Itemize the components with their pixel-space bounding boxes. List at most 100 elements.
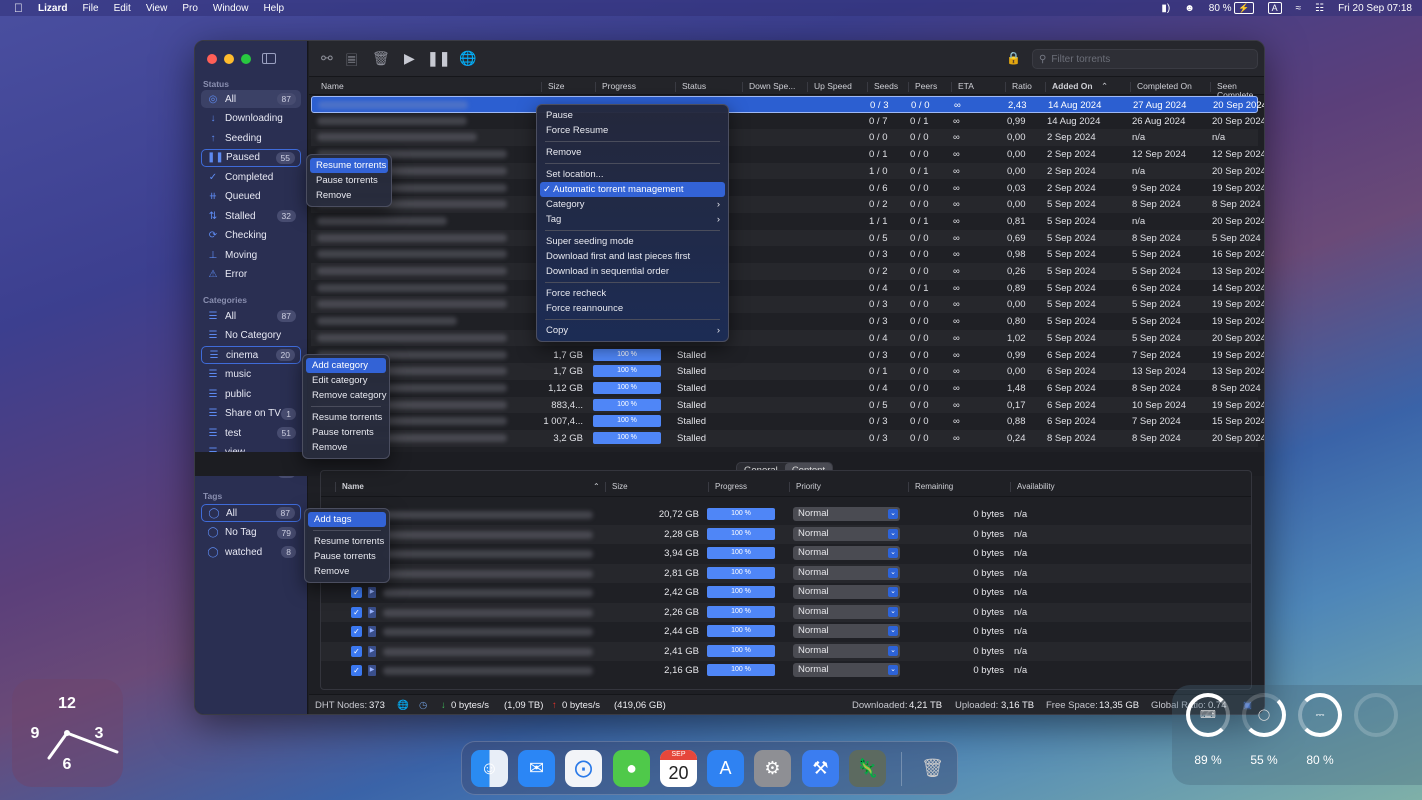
sidebar-toggle-icon[interactable] xyxy=(262,53,276,64)
menu-item-force-recheck[interactable]: Force recheck xyxy=(540,286,725,301)
table-row[interactable]: 1 / 0 0 / 1 ∞ 0,00 2 Sep 2024 n/a 20 Sep 2024 xyxy=(311,162,1264,180)
table-row[interactable]: 0 / 6 0 / 0 ∞ 0,03 2 Sep 2024 9 Sep 2024 19 Se… xyxy=(311,180,1264,197)
sidebar-item-public[interactable]: ☰ public xyxy=(201,385,301,403)
file-checkbox[interactable]: ✓ xyxy=(351,587,362,598)
table-row[interactable]: 0 / 2 0 / 0 ∞ 0,26 5 Sep 2024 5 Sep 2024 13 Se… xyxy=(311,263,1264,280)
sidebar-item-checking[interactable]: ⟳ Checking xyxy=(201,227,301,245)
sidebar-item-all[interactable]: ☰ All 87 xyxy=(201,307,301,325)
priority-select[interactable]: Normal ⌄ xyxy=(793,507,900,521)
table-row[interactable]: 0 / 2 0 / 0 ∞ 0,00 5 Sep 2024 8 Sep 2024 8 Sep… xyxy=(311,196,1261,213)
menu-item-add-category[interactable]: Add category xyxy=(306,358,386,373)
table-row[interactable]: 0 / 3 0 / 0 ∞ 2,43 14 Aug 2024 27 Aug 2024 20 … xyxy=(311,96,1264,113)
menu-item-super-seeding-mode[interactable]: Super seeding mode xyxy=(540,234,725,249)
menu-datetime[interactable]: Fri 20 Sep 07:18 xyxy=(1338,3,1412,14)
content-column-name[interactable]: Name xyxy=(335,482,364,492)
add-torrent-link-icon[interactable]: ⚯ xyxy=(321,50,333,67)
table-row[interactable]: 1,7 GB Stalled 0 / 1 0 / 0 ∞ 0,00 6 Sep 2024 13… xyxy=(311,363,1264,380)
sidebar-item-test[interactable]: ☰ test 51 xyxy=(201,424,301,442)
sidebar-item-seeding[interactable]: ↑ Seeding xyxy=(201,129,301,147)
dock-system-settings[interactable]: ⚙ xyxy=(754,750,791,787)
table-row[interactable]: 1 / 1 0 / 1 ∞ 0,81 5 Sep 2024 n/a 20 Sep 2024 xyxy=(311,213,1264,230)
input-source-icon[interactable]: A xyxy=(1267,2,1282,14)
user-icon[interactable]: ☻ xyxy=(1184,3,1195,14)
content-row[interactable]: 2,81 GB 100 % Normal ⌄ 0 bytes n/a xyxy=(321,563,1251,583)
add-torrent-file-icon[interactable]: 🗏 xyxy=(346,50,357,74)
filter-field[interactable]: ⚲ xyxy=(1032,49,1258,69)
filter-input[interactable] xyxy=(1051,53,1184,65)
file-checkbox[interactable]: ✓ xyxy=(351,645,362,657)
priority-select[interactable]: Normal ⌄ xyxy=(793,585,900,599)
content-column-availability[interactable]: Availability xyxy=(1010,482,1055,492)
menu-item-set-location[interactable]: Set location... xyxy=(540,167,725,182)
menu-item-add-tags[interactable]: Add tags xyxy=(308,512,386,527)
menu-item-pause[interactable]: Pause xyxy=(540,108,725,123)
menu-item-copy[interactable]: Copy › xyxy=(540,323,725,338)
priority-select[interactable]: Normal ⌄ xyxy=(793,604,900,619)
minimize-button[interactable] xyxy=(224,54,234,64)
column-header-ratio[interactable]: Ratio xyxy=(1005,82,1032,92)
menu-window[interactable]: Window xyxy=(213,3,249,14)
dock-mail[interactable]: ✉ xyxy=(518,750,555,787)
menu-item-resume-torrents[interactable]: Resume torrents xyxy=(310,158,388,173)
menu-edit[interactable]: Edit xyxy=(114,3,131,14)
menu-item-automatic-torrent-management[interactable]: ✓ Automatic torrent management xyxy=(540,182,725,197)
priority-select[interactable]: Normal ⌄ xyxy=(793,624,900,638)
column-header-seen-complete[interactable]: Seen Complete xyxy=(1210,82,1264,100)
menu-app-name[interactable]: Lizard xyxy=(38,3,67,14)
column-header-status[interactable]: Status xyxy=(675,82,706,92)
trash-icon[interactable]: 🗑 xyxy=(372,50,390,67)
priority-select[interactable]: Normal ⌄ xyxy=(793,643,900,658)
menu-view[interactable]: View xyxy=(146,3,168,14)
battery-status[interactable]: 80 % ⚡ xyxy=(1209,1,1254,14)
sidebar-item-all[interactable]: ◯ All 87 xyxy=(201,504,301,522)
content-row[interactable]: 3,94 GB 100 % Normal ⌄ 0 bytes n/a xyxy=(321,544,1251,564)
column-header-size[interactable]: Size xyxy=(541,82,565,92)
dock-safari[interactable]: ⨀ xyxy=(565,750,602,787)
menu-item-edit-category[interactable]: Edit category xyxy=(306,373,386,388)
content-column-remaining[interactable]: Remaining xyxy=(908,482,953,492)
menu-item-resume-torrents[interactable]: Resume torrents xyxy=(306,410,386,425)
priority-select[interactable]: Normal ⌄ xyxy=(793,565,900,580)
dock-messages[interactable]: ● xyxy=(613,750,650,787)
dock-finder[interactable]: ☺ xyxy=(471,750,508,787)
column-header-name[interactable]: Name xyxy=(315,82,344,92)
menu-item-remove[interactable]: Remove xyxy=(540,145,725,160)
table-row[interactable]: 0 / 1 0 / 0 ∞ 0,00 2 Sep 2024 12 Sep 2024 12 S… xyxy=(311,146,1264,163)
menu-item-pause-torrents[interactable]: Pause torrents xyxy=(306,425,386,440)
menu-item-resume-torrents[interactable]: Resume torrents xyxy=(308,534,386,549)
sidebar-item-completed[interactable]: ✓ Completed xyxy=(201,168,301,186)
table-row[interactable]: 1 007,4... Stalled 0 / 3 0 / 0 ∞ 0,88 6 Sep 20… xyxy=(311,413,1264,430)
menu-item-pause-torrents[interactable]: Pause torrents xyxy=(308,549,386,564)
table-row[interactable]: 883,4... Stalled 0 / 5 0 / 0 ∞ 0,17 6 Sep 2024… xyxy=(311,396,1264,414)
column-header-progress[interactable]: Progress xyxy=(595,82,636,92)
table-row[interactable]: 0 / 3 0 / 0 ∞ 0,00 5 Sep 2024 5 Sep 2024 19 Se… xyxy=(311,296,1264,313)
sidebar-item-stalled[interactable]: ⇅ Stalled 32 xyxy=(201,207,301,225)
apple-icon[interactable]:  xyxy=(14,1,23,15)
table-row[interactable]: 0 / 5 0 / 0 ∞ 0,69 5 Sep 2024 8 Sep 2024 5 Sep… xyxy=(311,229,1261,247)
sidebar-item-paused[interactable]: ❚❚ Paused 55 xyxy=(201,148,301,167)
sidebar-item-all[interactable]: ◎ All 87 xyxy=(201,90,301,108)
column-header-seeds[interactable]: Seeds xyxy=(867,82,898,92)
menu-item-remove-category[interactable]: Remove category xyxy=(306,388,386,403)
sort-ascending-icon[interactable]: ⌃ xyxy=(587,482,600,492)
menu-item-download-first-and-last-pieces-first[interactable]: Download first and last pieces first xyxy=(540,249,725,264)
sidebar-item-cinema[interactable]: ☰ cinema 20 xyxy=(201,346,301,364)
menu-item-download-in-sequential-order[interactable]: Download in sequential order xyxy=(540,264,725,279)
sidebar-item-no-tag[interactable]: ◯ No Tag 79 xyxy=(201,524,301,542)
content-row[interactable]: ✓ ▶ 2,16 GB 100 % Normal ⌄ 0 bytes n/a xyxy=(321,661,1251,681)
table-row[interactable]: 0 / 0 0 / 0 ∞ 0,00 2 Sep 2024 n/a n/a xyxy=(311,129,1258,146)
content-row[interactable]: 2,28 GB 100 % Normal ⌄ 0 bytes n/a xyxy=(321,524,1251,544)
table-row[interactable]: 0 / 3 0 / 0 ∞ 0,80 5 Sep 2024 5 Sep 2024 19 Se… xyxy=(311,313,1264,330)
menu-item-force-resume[interactable]: Force Resume xyxy=(540,123,725,138)
content-row[interactable]: 20,72 GB 100 % Normal ⌄ 0 bytes n/a xyxy=(321,505,1251,525)
priority-select[interactable]: Normal ⌄ xyxy=(793,526,900,541)
column-header-peers[interactable]: Peers xyxy=(908,82,937,92)
sidebar-item-music[interactable]: ☰ music xyxy=(201,366,301,384)
dock-calendar[interactable]: SEP 20 xyxy=(660,750,697,787)
menu-help[interactable]: Help xyxy=(263,3,284,14)
file-checkbox[interactable]: ✓ xyxy=(351,626,362,637)
dock-trash[interactable]: 🗑 xyxy=(914,750,951,787)
connection-status-icon[interactable]: 🌐 xyxy=(397,700,409,711)
menu-file[interactable]: File xyxy=(82,3,98,14)
pause-icon[interactable]: ❚❚ xyxy=(427,50,450,67)
